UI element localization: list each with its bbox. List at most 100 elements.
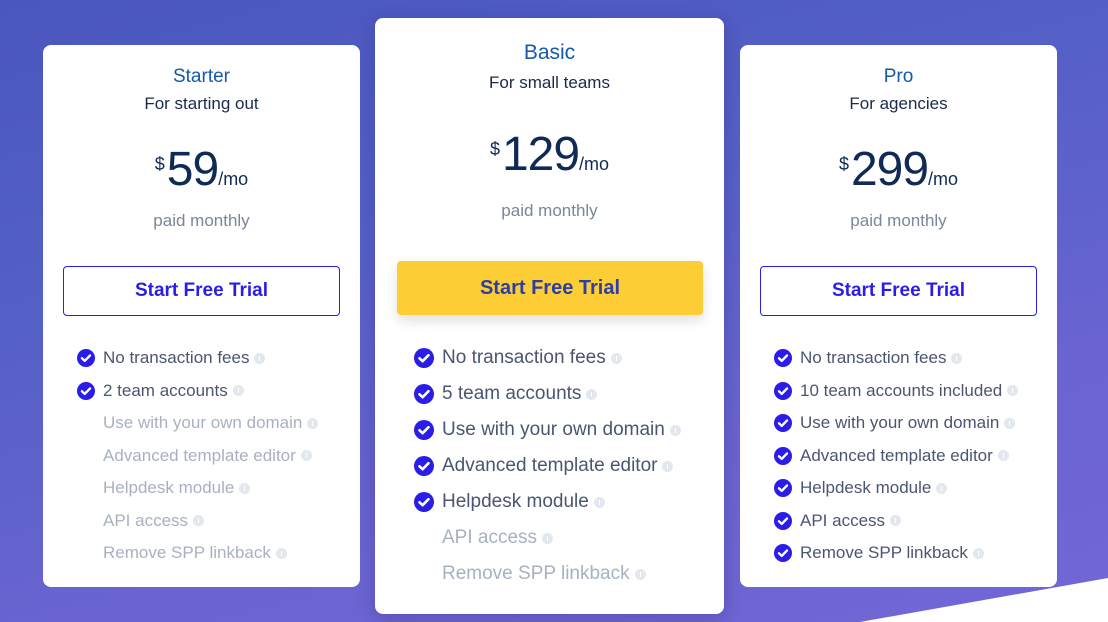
button-label: Start Free Trial — [134, 280, 269, 301]
info-icon[interactable] — [669, 424, 681, 436]
plan-name: Starter — [172, 66, 231, 87]
feature-label: No transaction fees — [103, 348, 250, 368]
info-icon[interactable] — [300, 450, 312, 462]
feature-label: No transaction fees — [442, 347, 606, 368]
feature-label: API access — [442, 527, 538, 548]
plan-price: $ 129 /mo — [375, 131, 724, 179]
feature-label: Use with your own domain — [103, 413, 303, 433]
info-icon[interactable] — [662, 460, 674, 472]
plan-name: Pro — [883, 66, 914, 87]
feature-item: Remove SPP linkback — [77, 537, 318, 570]
info-icon[interactable] — [593, 496, 605, 508]
plan-card-pro: Pro For agencies $ 299 /mo paid monthly … — [740, 45, 1057, 587]
plan-tagline: For small teams — [489, 73, 610, 92]
feature-item: No transaction fees — [77, 342, 318, 375]
feature-label: Remove SPP linkback — [442, 563, 630, 584]
info-icon[interactable] — [254, 352, 266, 364]
feature-item: 10 team accounts included — [774, 375, 1019, 408]
info-icon[interactable] — [275, 547, 287, 559]
plan-tagline: For agencies — [849, 94, 948, 113]
feature-label: Helpdesk module — [103, 478, 235, 498]
price-amount: 129 — [501, 128, 580, 181]
check-circle-icon — [774, 511, 792, 530]
price-currency: $ — [489, 139, 500, 159]
check-circle-icon — [414, 492, 434, 512]
price-currency: $ — [154, 154, 165, 174]
start-free-trial-button[interactable]: Start Free Trial — [63, 266, 340, 316]
info-icon[interactable] — [634, 568, 646, 580]
info-icon[interactable] — [232, 385, 244, 397]
plan-price: $ 59 /mo — [43, 146, 360, 194]
feature-item: API access — [77, 505, 318, 538]
feature-item: Helpdesk module — [774, 472, 1018, 505]
feature-item: No transaction fees — [414, 340, 681, 376]
feature-item: Helpdesk module — [414, 484, 681, 520]
price-amount: 59 — [166, 143, 219, 196]
info-icon[interactable] — [542, 532, 554, 544]
feature-item: Advanced template editor — [77, 440, 318, 473]
check-circle-icon — [414, 456, 434, 476]
check-circle-icon — [774, 349, 792, 368]
check-circle-icon — [774, 544, 792, 563]
feature-item: Remove SPP linkback — [774, 537, 1018, 570]
feature-label: Advanced template editor — [442, 455, 658, 476]
feature-label: No transaction fees — [800, 348, 947, 368]
feature-item: Use with your own domain — [77, 407, 319, 440]
price-period: /mo — [579, 154, 610, 174]
info-icon[interactable] — [951, 352, 963, 364]
feature-label: Remove SPP linkback — [103, 543, 271, 563]
feature-label: Advanced template editor — [103, 445, 296, 465]
feature-label: 2 team accounts — [103, 380, 228, 400]
feature-item: Use with your own domain — [414, 412, 681, 448]
check-circle-icon — [774, 381, 792, 400]
billing-note: paid monthly — [153, 211, 250, 230]
check-circle-icon — [774, 479, 792, 498]
feature-item: No transaction fees — [774, 342, 1018, 375]
plan-card-basic: Basic For small teams $ 129 /mo paid mon… — [375, 18, 724, 614]
start-free-trial-button[interactable]: Start Free Trial — [760, 266, 1037, 316]
check-circle-icon — [774, 446, 792, 465]
feature-label: Helpdesk module — [442, 491, 589, 512]
feature-item: API access — [774, 505, 1018, 538]
feature-label: 10 team accounts included — [800, 380, 1003, 400]
check-circle-icon — [77, 381, 95, 400]
start-free-trial-button[interactable]: Start Free Trial — [397, 261, 703, 315]
feature-list: No transaction fees 10 team accounts incl… — [774, 342, 1019, 570]
info-icon[interactable] — [307, 417, 319, 429]
plan-price: $ 299 /mo — [740, 146, 1057, 194]
price-amount: 299 — [850, 143, 929, 196]
feature-item: 2 team accounts — [77, 375, 318, 408]
button-label: Start Free Trial — [479, 276, 621, 299]
feature-label: Helpdesk module — [800, 478, 932, 498]
price-period: /mo — [218, 169, 249, 189]
info-icon[interactable] — [1004, 417, 1016, 429]
info-icon[interactable] — [972, 547, 984, 559]
info-icon[interactable] — [610, 352, 622, 364]
plan-card-starter: Starter For starting out $ 59 /mo paid m… — [43, 45, 360, 587]
info-icon[interactable] — [1007, 385, 1019, 397]
info-icon[interactable] — [936, 482, 948, 494]
info-icon[interactable] — [890, 515, 902, 527]
feature-label: Remove SPP linkback — [800, 543, 968, 563]
info-icon[interactable] — [997, 450, 1009, 462]
info-icon[interactable] — [239, 482, 251, 494]
button-label: Start Free Trial — [831, 280, 966, 301]
check-circle-icon — [414, 420, 434, 440]
check-circle-icon — [414, 384, 434, 404]
feature-list: No transaction fees 5 team accounts Use wi… — [414, 340, 681, 592]
feature-item: 5 team accounts — [414, 376, 681, 412]
billing-note: paid monthly — [850, 211, 947, 230]
price-currency: $ — [838, 154, 849, 174]
feature-item: Use with your own domain — [774, 407, 1018, 440]
feature-label: Use with your own domain — [800, 413, 1000, 433]
info-icon[interactable] — [586, 388, 598, 400]
info-icon[interactable] — [193, 515, 205, 527]
feature-item: Advanced template editor — [774, 440, 1018, 473]
feature-label: 5 team accounts — [442, 383, 582, 404]
billing-note: paid monthly — [501, 201, 598, 220]
feature-item: Helpdesk module — [77, 472, 318, 505]
plan-name: Basic — [523, 41, 576, 64]
feature-item: API access — [414, 520, 681, 556]
plan-tagline: For starting out — [144, 94, 259, 113]
price-period: /mo — [928, 169, 959, 189]
